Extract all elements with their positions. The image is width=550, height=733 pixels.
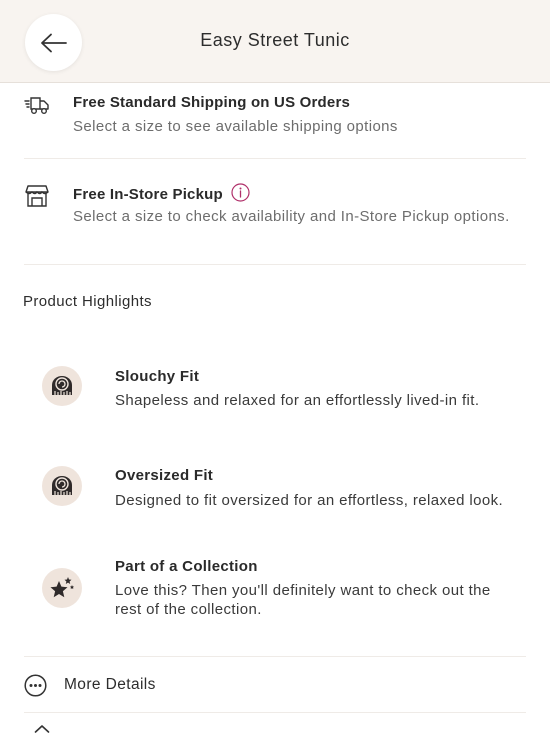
highlight-description: Shapeless and relaxed for an effortlessl…	[115, 392, 480, 409]
highlight-title: Slouchy Fit	[115, 368, 200, 385]
chevron-up-icon[interactable]	[34, 724, 50, 733]
divider	[24, 712, 526, 713]
top-bar: Easy Street Tunic	[0, 0, 550, 83]
product-highlights-heading: Product Highlights	[23, 293, 152, 310]
more-details-button[interactable]: More Details	[0, 668, 550, 704]
stars-icon	[42, 568, 82, 608]
standard-shipping-subtitle: Select a size to see available shipping …	[73, 118, 398, 135]
divider	[24, 656, 526, 657]
storefront-icon	[25, 185, 49, 207]
highlight-description: Love this? Then you'll definitely want t…	[115, 582, 491, 618]
divider	[24, 158, 526, 159]
delivery-truck-icon	[24, 97, 49, 115]
standard-shipping-title: Free Standard Shipping on US Orders	[73, 94, 351, 111]
store-pickup-title: Free In-Store Pickup	[73, 186, 223, 203]
highlight-title: Oversized Fit	[115, 467, 214, 484]
divider	[24, 264, 526, 265]
page-title: Easy Street Tunic	[200, 30, 350, 50]
store-pickup-title-wrap: Free In-Store Pickup	[73, 183, 250, 203]
measuring-tape-icon	[42, 466, 82, 506]
more-details-label: More Details	[64, 676, 156, 693]
more-dots-icon	[24, 674, 47, 697]
info-icon[interactable]	[231, 183, 250, 202]
measuring-tape-icon	[42, 366, 82, 406]
highlight-description: Designed to fit oversized for an effortl…	[115, 492, 504, 509]
highlight-title: Part of a Collection	[115, 558, 258, 575]
store-pickup-subtitle: Select a size to check availability and …	[73, 208, 510, 225]
